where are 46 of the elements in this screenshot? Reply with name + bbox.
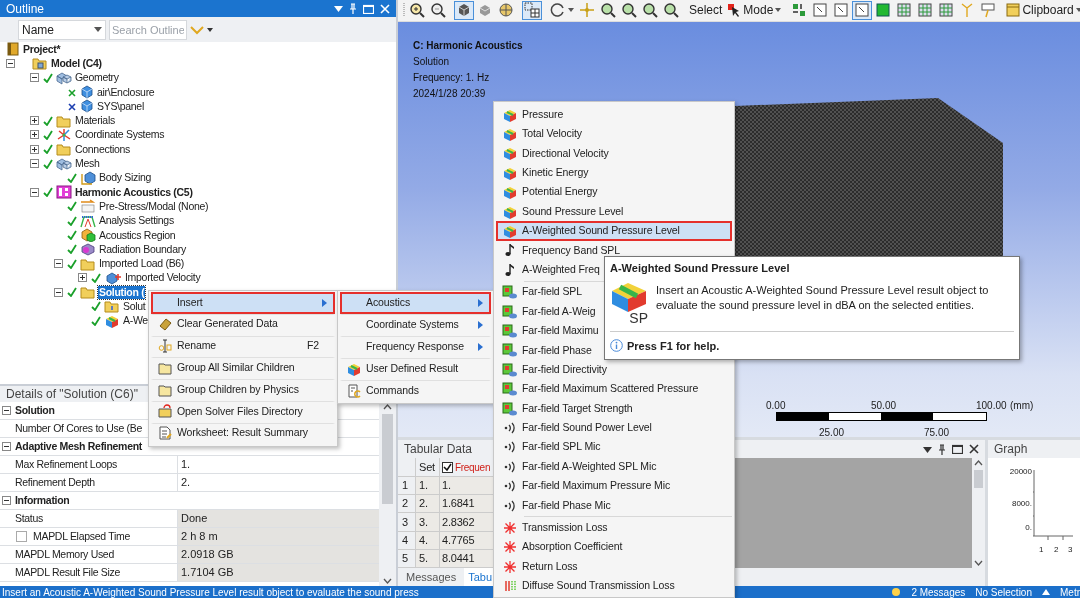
property-value: 2. bbox=[181, 475, 191, 491]
axis-tick-label: 3 bbox=[1068, 544, 1073, 557]
property-value: 2 h 8 m bbox=[181, 529, 218, 545]
panel-title: Graph bbox=[994, 441, 1028, 459]
axis-tick-label: 2 bbox=[1054, 544, 1059, 557]
axis-tick-label: 20000 bbox=[1009, 466, 1032, 479]
viewport-label: Solution bbox=[413, 54, 451, 69]
property-label: Number Of Cores to Use (Be bbox=[15, 420, 142, 436]
property-value: 2.0918 GB bbox=[181, 547, 234, 563]
column-header: Set bbox=[416, 458, 440, 476]
axis-tick-label: 1 bbox=[1039, 544, 1044, 557]
property-label: Refinement Depth bbox=[15, 474, 95, 490]
column-header: Frequen bbox=[455, 460, 491, 475]
property-value: 1. bbox=[181, 457, 191, 473]
axis-tick-label: 8000. bbox=[1011, 498, 1032, 511]
property-label: MAPDL Memory Used bbox=[15, 546, 114, 562]
icon-label: SP bbox=[629, 310, 648, 325]
viewport-label: 2024/1/28 20:39 bbox=[413, 86, 487, 101]
property-label: MAPDL Elapsed Time bbox=[33, 528, 130, 544]
property-label: MAPDL Result File Size bbox=[15, 564, 121, 580]
help-hint: Press F1 for help. bbox=[627, 338, 720, 354]
status-text: Insert an Acoustic A-Weighted Sound Pressure Level result object to evaluate the sound press bbox=[2, 586, 419, 598]
scale-label: 25.00 bbox=[819, 425, 845, 440]
viewport-title: C: Harmonic Acoustics bbox=[413, 38, 523, 53]
property-label: Max Refinement Loops bbox=[15, 456, 117, 472]
status-selection: No Selection bbox=[975, 586, 1032, 598]
panel-title: Details of "Solution (C6)" bbox=[6, 386, 138, 403]
scale-label: 100.00 bbox=[976, 398, 1007, 413]
scale-label: 50.00 bbox=[871, 398, 897, 413]
tooltip-title: A-Weighted Sound Pressure Level bbox=[610, 261, 791, 276]
group-header: Information bbox=[15, 492, 70, 508]
panel-title: Tabular Data bbox=[404, 441, 473, 459]
tooltip-text: Insert an Acoustic A-Weighted Sound Pressure Level result object to evaluate the sound pressure level in dBA on the selected entities. bbox=[656, 282, 990, 313]
axis-tick-label: 0. bbox=[1025, 522, 1032, 535]
panel-title: Outline bbox=[6, 0, 45, 18]
viewport-label: Frequency: 1. Hz bbox=[413, 70, 491, 85]
scale-unit: (mm) bbox=[1010, 398, 1034, 413]
group-header: Solution bbox=[15, 402, 55, 418]
property-label: Status bbox=[15, 510, 43, 526]
scale-label: 0.00 bbox=[766, 398, 786, 413]
property-value: Done bbox=[181, 511, 208, 527]
group-header: Adaptive Mesh Refinement bbox=[15, 438, 142, 454]
property-value: 1.7104 GB bbox=[181, 565, 234, 581]
row-number: 3 bbox=[398, 513, 416, 531]
scale-label: 75.00 bbox=[924, 425, 950, 440]
table-cell: 3. bbox=[416, 513, 440, 531]
